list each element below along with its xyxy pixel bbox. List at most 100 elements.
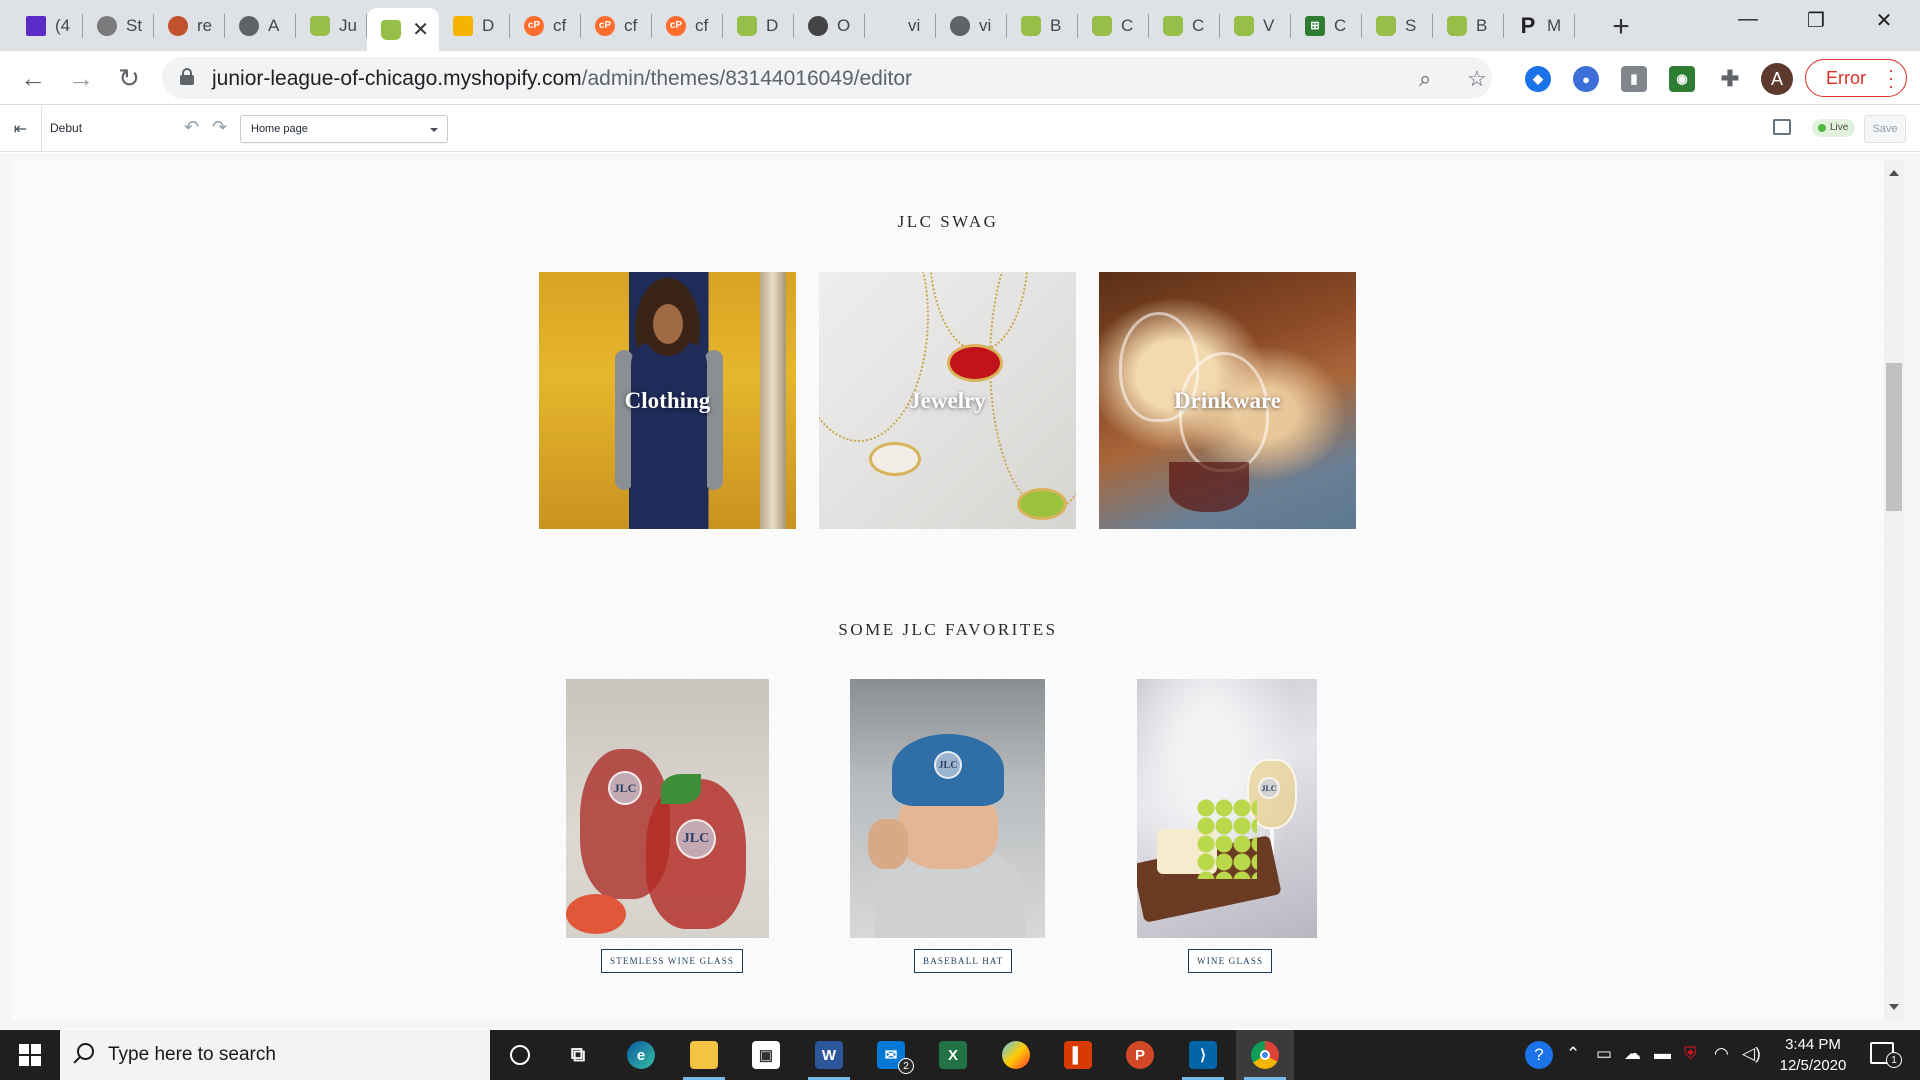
exit-editor-icon[interactable]: ⇤ [0, 106, 42, 152]
undo-icon[interactable]: ↶ [184, 117, 199, 138]
zoom-icon[interactable]: ⌕ [1419, 66, 1431, 92]
tab-active[interactable]: ✕ [367, 8, 439, 51]
tab[interactable]: D [723, 0, 794, 51]
new-tab-button[interactable]: + [1606, 10, 1636, 44]
product-image-baseball-hat[interactable]: JLC [850, 679, 1045, 938]
restore-button[interactable]: ❐ [1796, 8, 1836, 33]
back-button[interactable]: ← [18, 63, 48, 94]
flag-extension-icon[interactable]: ▮ [1621, 66, 1647, 92]
close-window-button[interactable]: ✕ [1864, 8, 1904, 33]
save-button[interactable]: Save [1864, 115, 1906, 143]
redo-icon[interactable]: ↷ [212, 117, 227, 138]
forward-button[interactable]: → [66, 63, 96, 94]
product-image-wine-glass[interactable]: JLC [1137, 679, 1317, 938]
windows-logo-icon [19, 1044, 41, 1066]
taskbar-search[interactable]: Type here to search [60, 1030, 490, 1080]
spy-extension-icon[interactable]: ◉ [1669, 66, 1695, 92]
chrome-icon[interactable] [1236, 1030, 1294, 1080]
shield-extension-icon[interactable]: ◆ [1525, 66, 1551, 92]
tree-bark-image [760, 272, 786, 529]
storefront-preview[interactable]: JLC SWAG Clothing Jewelry Drinkware SOME… [12, 160, 1884, 1020]
tab-title: O [837, 15, 851, 35]
error-button[interactable]: Error · · · [1805, 59, 1907, 97]
blank-icon [879, 16, 899, 36]
minimize-button[interactable]: — [1728, 8, 1768, 31]
tab[interactable]: St [83, 0, 154, 51]
tab[interactable]: cP cf [581, 0, 652, 51]
tab[interactable]: C [1149, 0, 1220, 51]
volume-icon[interactable]: ◁) [1742, 1044, 1761, 1064]
jlc-logo: JLC [676, 819, 716, 859]
edge-icon[interactable]: e [612, 1030, 670, 1080]
person-face-image [653, 304, 683, 344]
theme-editor-bar: ⇤ Debut ↶ ↷ Home page Live Save [0, 106, 1920, 152]
baseball-hat-button[interactable]: BASEBALL HAT [914, 949, 1013, 973]
paint-icon[interactable] [987, 1030, 1045, 1080]
tab[interactable]: O [794, 0, 865, 51]
tab[interactable]: B [1433, 0, 1504, 51]
wine-glass-button[interactable]: WINE GLASS [1188, 949, 1273, 973]
location-extension-icon[interactable]: ● [1573, 66, 1599, 92]
collection-card-clothing[interactable]: Clothing [539, 272, 796, 529]
word-icon[interactable]: W [800, 1030, 858, 1080]
cortana-icon[interactable] [491, 1030, 549, 1080]
help-icon[interactable]: ? [1525, 1041, 1553, 1069]
tab[interactable]: cP cf [510, 0, 581, 51]
tab[interactable]: B [1007, 0, 1078, 51]
scrollbar-thumb[interactable] [1886, 363, 1902, 511]
tab[interactable]: ⊞ C [1291, 0, 1362, 51]
dark-icon [808, 15, 828, 36]
tab[interactable]: vi [865, 0, 936, 51]
globe-icon [950, 15, 970, 36]
tab-title: V [1263, 15, 1275, 35]
meet-now-icon[interactable]: ▭ [1596, 1044, 1612, 1064]
excel-icon[interactable]: X [924, 1030, 982, 1080]
tab[interactable]: vi [936, 0, 1007, 51]
onedrive-icon[interactable]: ☁ [1624, 1044, 1641, 1064]
address-bar[interactable]: junior-league-of-chicago.myshopify.com/a… [162, 57, 1492, 99]
office-icon[interactable]: ▌ [1049, 1030, 1107, 1080]
tab[interactable]: S [1362, 0, 1433, 51]
tab[interactable]: (4 [12, 0, 83, 51]
vscode-icon[interactable]: ⟩ [1174, 1030, 1232, 1080]
tab[interactable]: Ju [296, 0, 367, 51]
chevron-up-icon[interactable]: ⌃ [1566, 1044, 1580, 1064]
close-icon[interactable]: ✕ [412, 17, 429, 42]
url-text[interactable]: junior-league-of-chicago.myshopify.com/a… [212, 67, 912, 91]
battery-icon[interactable]: ▬ [1654, 1044, 1671, 1064]
tab[interactable]: V [1220, 0, 1291, 51]
collection-card-jewelry[interactable]: Jewelry [819, 272, 1076, 529]
page-select[interactable]: Home page [240, 115, 448, 143]
tab[interactable]: D [439, 0, 510, 51]
task-view-icon[interactable]: ⧉ [549, 1030, 607, 1080]
store-icon[interactable]: ▣ [737, 1030, 795, 1080]
stemless-wine-glass-button[interactable]: STEMLESS WINE GLASS [601, 949, 744, 973]
powerpoint-icon[interactable]: P [1111, 1030, 1169, 1080]
tab[interactable]: re [154, 0, 225, 51]
tab-title: Ju [339, 15, 357, 35]
collection-card-drinkware[interactable]: Drinkware [1099, 272, 1356, 529]
mail-icon[interactable]: ✉ 2 [862, 1030, 920, 1080]
profile-avatar[interactable]: A [1761, 63, 1793, 95]
preview-scrollbar[interactable] [1884, 160, 1904, 1020]
extensions-puzzle-icon[interactable]: ✚ [1717, 66, 1743, 92]
search-icon [77, 1043, 94, 1060]
tab[interactable]: C [1078, 0, 1149, 51]
tab[interactable]: PM [1504, 0, 1575, 51]
file-explorer-icon[interactable] [675, 1030, 733, 1080]
security-icon[interactable]: ⛨ [1684, 1044, 1697, 1064]
tab[interactable]: A [225, 0, 296, 51]
reload-button[interactable]: ↻ [114, 63, 144, 94]
excel-icon: ⊞ [1305, 15, 1325, 36]
viewport-toggle-icon[interactable] [1773, 119, 1791, 135]
lock-icon[interactable] [180, 68, 194, 85]
wifi-icon[interactable]: ◠ [1714, 1044, 1729, 1064]
product-image-stemless-wine-glass[interactable]: JLC JLC [566, 679, 769, 938]
start-button[interactable] [0, 1030, 60, 1080]
system-clock[interactable]: 3:44 PM 12/5/2020 [1772, 1034, 1854, 1076]
scroll-up-arrow-icon[interactable] [1889, 170, 1899, 176]
bookmark-star-icon[interactable]: ☆ [1467, 66, 1487, 92]
tab[interactable]: cP cf [652, 0, 723, 51]
tab-title: vi [979, 15, 992, 35]
scroll-down-arrow-icon[interactable] [1889, 1004, 1899, 1010]
